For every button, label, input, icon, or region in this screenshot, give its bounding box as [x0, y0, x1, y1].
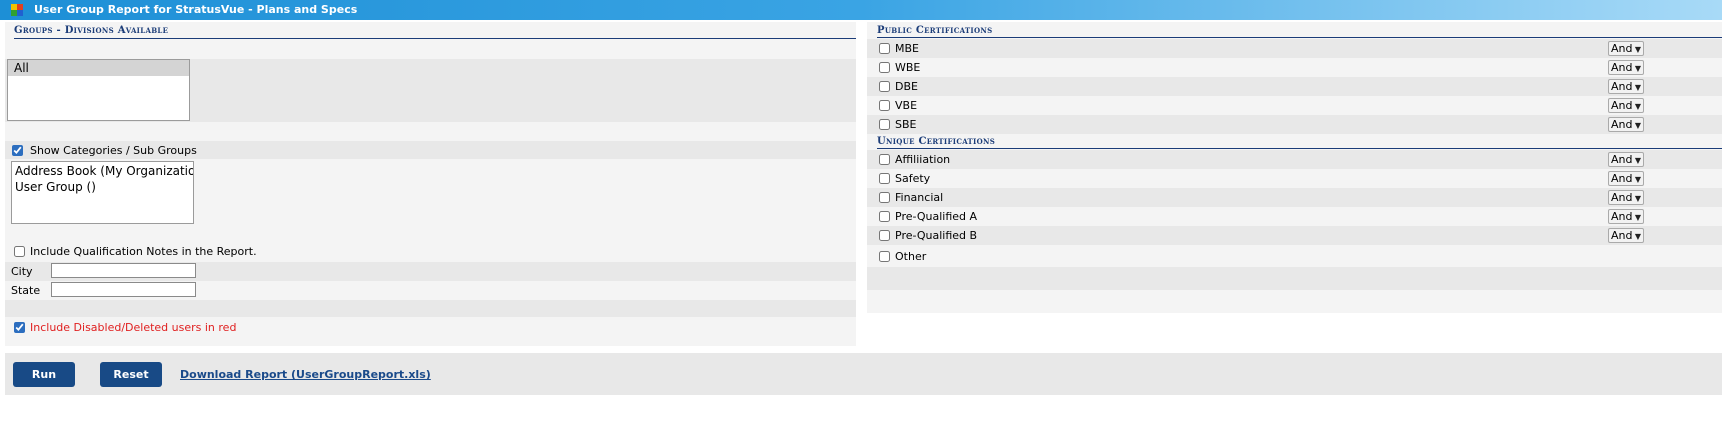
cert-mbe-operator-select[interactable]: And ▼	[1608, 41, 1644, 56]
cert-vbe-checkbox[interactable]	[879, 100, 890, 111]
cert-row-mbe: MBE	[867, 39, 1722, 58]
cert-row-wbe: WBE	[867, 58, 1722, 77]
cert-safety-operator-value: And	[1611, 172, 1633, 185]
cert-other-label: Other	[895, 250, 927, 263]
cert-wbe-label: WBE	[895, 61, 921, 74]
cert-blank-row	[867, 267, 1722, 290]
cert-dbe-operator-value: And	[1611, 80, 1633, 93]
qualification-notes-checkbox[interactable]	[14, 246, 25, 257]
state-input[interactable]	[51, 282, 196, 297]
app-icon	[11, 4, 23, 16]
cert-row-pre-qualified-a: Pre-Qualified A	[867, 207, 1722, 226]
chevron-down-icon: ▼	[1634, 156, 1641, 165]
cert-row-sbe: SBE	[867, 115, 1722, 134]
cert-row-vbe: VBE	[867, 96, 1722, 115]
cert-row-pre-qualified-b: Pre-Qualified B	[867, 226, 1722, 245]
cert-financial-checkbox[interactable]	[879, 192, 890, 203]
chevron-down-icon: ▼	[1634, 102, 1641, 111]
public-certifications-heading: Public Certifications	[877, 25, 1722, 38]
cert-dbe-label: DBE	[895, 80, 918, 93]
chevron-down-icon: ▼	[1634, 175, 1641, 184]
cert-financial-label: Financial	[895, 191, 944, 204]
cert-mbe-operator-value: And	[1611, 42, 1633, 55]
unique-certifications-heading: Unique Certifications	[877, 136, 1722, 149]
window-title: User Group Report for StratusVue - Plans…	[34, 3, 358, 16]
cert-vbe-operator-select[interactable]: And ▼	[1608, 98, 1644, 113]
cert-vbe-operator-value: And	[1611, 99, 1633, 112]
cert-affiliiation-operator-value: And	[1611, 153, 1633, 166]
categories-listbox[interactable]: Address Book (My Organization Ac User Gr…	[11, 161, 194, 224]
cert-row-safety: Safety	[867, 169, 1722, 188]
cert-vbe-label: VBE	[895, 99, 918, 112]
cert-pre-qualified-b-operator-select[interactable]: And ▼	[1608, 228, 1644, 243]
cert-dbe-operator-select[interactable]: And ▼	[1608, 79, 1644, 94]
categories-option-address-book[interactable]: Address Book (My Organization Ac	[12, 163, 193, 179]
cert-pre-qualified-a-operator-select[interactable]: And ▼	[1608, 209, 1644, 224]
city-label: City	[11, 265, 33, 278]
chevron-down-icon: ▼	[1634, 83, 1641, 92]
qualification-notes-label: Include Qualification Notes in the Repor…	[30, 245, 257, 258]
cert-row-other: Other	[867, 245, 1722, 267]
cert-row-dbe: DBE	[867, 77, 1722, 96]
cert-pre-qualified-b-operator-value: And	[1611, 229, 1633, 242]
run-button[interactable]: Run	[13, 362, 75, 387]
cert-wbe-operator-value: And	[1611, 61, 1633, 74]
chevron-down-icon: ▼	[1634, 194, 1641, 203]
cert-mbe-label: MBE	[895, 42, 919, 55]
cert-other-checkbox[interactable]	[879, 251, 890, 262]
cert-mbe-checkbox[interactable]	[879, 43, 890, 54]
cert-sbe-operator-select[interactable]: And ▼	[1608, 117, 1644, 132]
cert-financial-operator-value: And	[1611, 191, 1633, 204]
show-categories-label: Show Categories / Sub Groups	[30, 144, 197, 157]
cert-affiliiation-label: Affiliiation	[895, 153, 951, 166]
cert-pre-qualified-a-operator-value: And	[1611, 210, 1633, 223]
cert-safety-label: Safety	[895, 172, 931, 185]
cert-sbe-operator-value: And	[1611, 118, 1633, 131]
groups-heading: Groups - Divisions Available	[14, 25, 856, 39]
chevron-down-icon: ▼	[1634, 121, 1641, 130]
window-titlebar: User Group Report for StratusVue - Plans…	[0, 0, 1722, 20]
cert-safety-operator-select[interactable]: And ▼	[1608, 171, 1644, 186]
cert-dbe-checkbox[interactable]	[879, 81, 890, 92]
groups-option-all[interactable]: All	[8, 60, 189, 76]
spacer-band	[5, 300, 856, 317]
show-categories-checkbox[interactable]	[12, 145, 23, 156]
chevron-down-icon: ▼	[1634, 213, 1641, 222]
cert-financial-operator-select[interactable]: And ▼	[1608, 190, 1644, 205]
reset-button[interactable]: Reset	[100, 362, 162, 387]
cert-affiliiation-checkbox[interactable]	[879, 154, 890, 165]
cert-pre-qualified-b-label: Pre-Qualified B	[895, 229, 978, 242]
cert-row-affiliiation: Affiliiation	[867, 150, 1722, 169]
include-disabled-checkbox[interactable]	[14, 322, 25, 333]
chevron-down-icon: ▼	[1634, 232, 1641, 241]
cert-pre-qualified-a-checkbox[interactable]	[879, 211, 890, 222]
cert-wbe-operator-select[interactable]: And ▼	[1608, 60, 1644, 75]
include-disabled-label: Include Disabled/Deleted users in red	[30, 321, 237, 334]
cert-affiliiation-operator-select[interactable]: And ▼	[1608, 152, 1644, 167]
cert-safety-checkbox[interactable]	[879, 173, 890, 184]
cert-sbe-label: SBE	[895, 118, 917, 131]
groups-listbox[interactable]: All	[7, 59, 190, 121]
cert-sbe-checkbox[interactable]	[879, 119, 890, 130]
cert-pre-qualified-b-checkbox[interactable]	[879, 230, 890, 241]
cert-pre-qualified-a-label: Pre-Qualified A	[895, 210, 978, 223]
download-report-link[interactable]: Download Report (UserGroupReport.xls)	[180, 368, 431, 381]
chevron-down-icon: ▼	[1634, 64, 1641, 73]
categories-option-user-group[interactable]: User Group ()	[12, 179, 193, 195]
chevron-down-icon: ▼	[1634, 45, 1641, 54]
city-input[interactable]	[51, 263, 196, 278]
state-label: State	[11, 284, 41, 297]
cert-row-financial: Financial	[867, 188, 1722, 207]
cert-wbe-checkbox[interactable]	[879, 62, 890, 73]
